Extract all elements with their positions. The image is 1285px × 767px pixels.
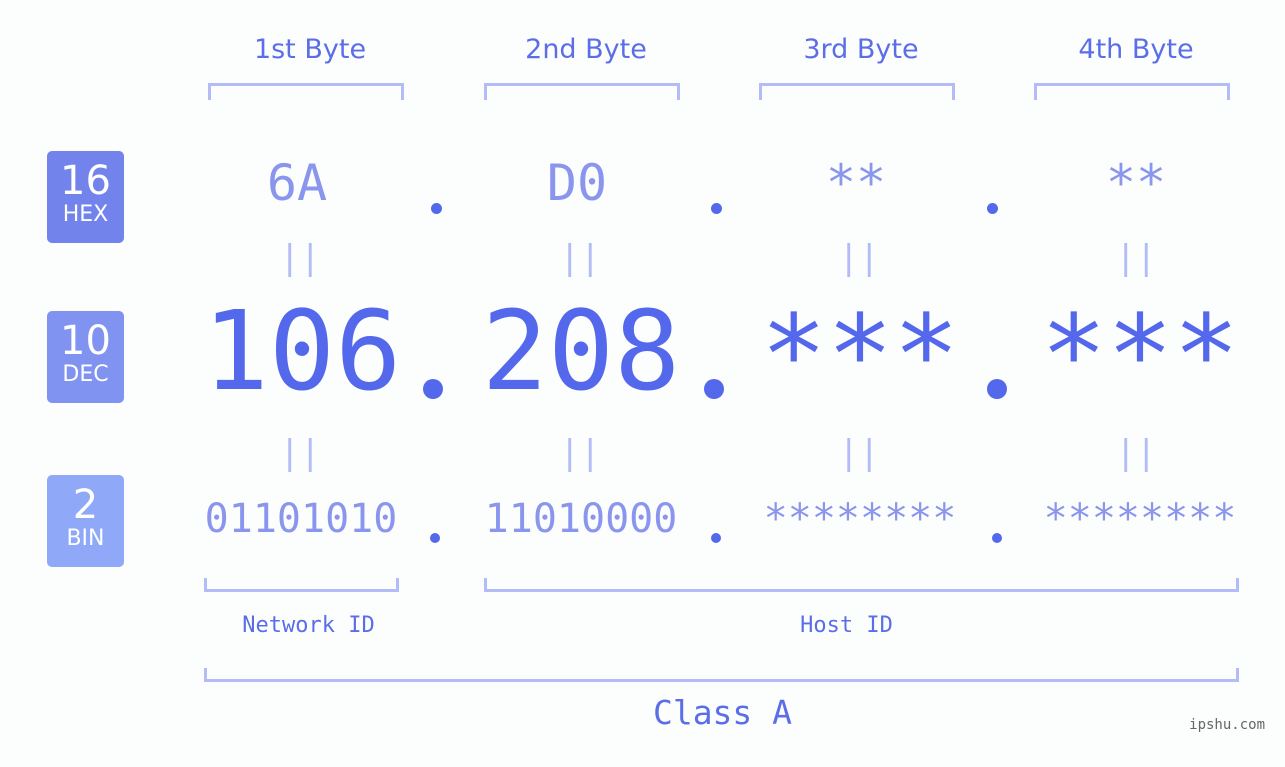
hex-badge-label: HEX	[62, 202, 109, 227]
byte-bracket-2	[484, 83, 680, 100]
dec-value-2: 208	[481, 287, 681, 415]
hex-badge-number: 16	[60, 158, 111, 204]
network-id-bracket	[204, 578, 399, 592]
site-watermark: ipshu.com	[1189, 717, 1265, 733]
hex-value-4: **	[1105, 154, 1167, 212]
class-bracket	[204, 668, 1239, 682]
hex-dot-2	[711, 203, 722, 214]
hex-badge: 16 HEX	[47, 151, 124, 243]
equals-hex-dec-1: ||	[279, 238, 321, 278]
byte-bracket-1	[208, 83, 404, 100]
equals-dec-bin-1: ||	[279, 433, 321, 473]
byte-header-4: 4th Byte	[1078, 34, 1194, 65]
bin-value-2: 11010000	[484, 496, 678, 542]
dec-value-1: 106	[202, 287, 402, 415]
host-id-bracket	[484, 578, 1239, 592]
dec-value-3: ***	[760, 291, 960, 419]
byte-bracket-3	[759, 83, 955, 100]
dec-badge-number: 10	[60, 318, 111, 364]
bin-value-4: ********	[1043, 496, 1237, 542]
byte-header-2: 2nd Byte	[525, 34, 647, 65]
network-id-label: Network ID	[242, 613, 375, 638]
dec-dot-3	[987, 379, 1007, 399]
hex-value-3: **	[825, 154, 887, 212]
equals-hex-dec-4: ||	[1115, 238, 1157, 278]
dec-dot-1	[423, 379, 443, 399]
byte-header-1: 1st Byte	[253, 34, 367, 65]
bin-badge-label: BIN	[66, 526, 105, 551]
bin-badge: 2 BIN	[47, 475, 124, 567]
bin-value-1: 01101010	[204, 496, 398, 542]
dec-badge-label: DEC	[62, 362, 109, 387]
equals-hex-dec-2: ||	[559, 238, 601, 278]
equals-hex-dec-3: ||	[838, 238, 880, 278]
hex-dot-3	[987, 203, 998, 214]
dec-badge: 10 DEC	[47, 311, 124, 403]
equals-dec-bin-2: ||	[559, 433, 601, 473]
byte-bracket-4	[1034, 83, 1230, 100]
bin-dot-2	[711, 533, 721, 543]
equals-dec-bin-3: ||	[838, 433, 880, 473]
hex-value-2: D0	[546, 154, 608, 212]
host-id-label: Host ID	[800, 613, 893, 638]
bin-dot-1	[430, 533, 440, 543]
hex-value-1: 6A	[266, 154, 328, 212]
equals-dec-bin-4: ||	[1115, 433, 1157, 473]
byte-header-3: 3rd Byte	[803, 34, 919, 65]
class-label: Class A	[652, 693, 793, 732]
dec-dot-2	[704, 379, 724, 399]
hex-dot-1	[431, 203, 442, 214]
bin-value-3: ********	[763, 496, 957, 542]
bin-dot-3	[992, 533, 1002, 543]
bin-badge-number: 2	[72, 482, 99, 528]
dec-value-4: ***	[1040, 291, 1240, 419]
